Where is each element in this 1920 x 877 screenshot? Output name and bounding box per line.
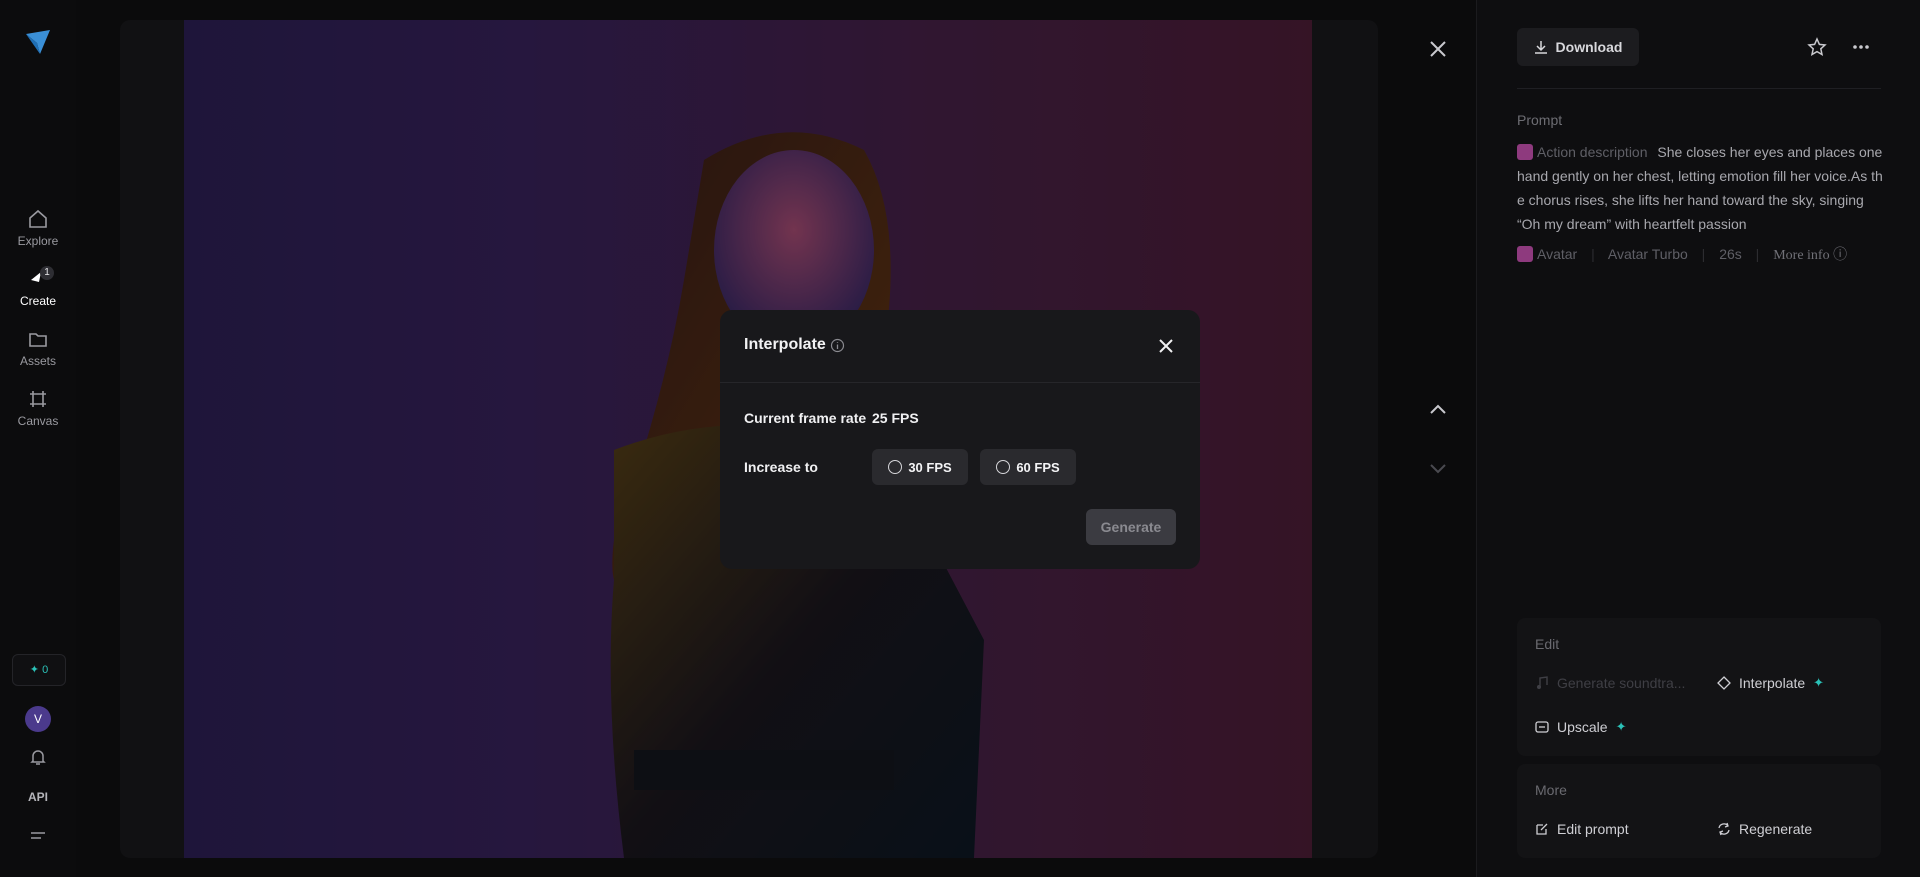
edit-prompt-button[interactable]: Edit prompt: [1535, 821, 1629, 837]
edit-card: Edit Generate soundtra... Interpolate ✦ …: [1517, 618, 1881, 756]
more-info-label: More info: [1773, 248, 1830, 263]
edit-prompt-label: Edit prompt: [1557, 821, 1629, 837]
interpolate-button[interactable]: Interpolate ✦: [1717, 675, 1824, 691]
close-icon[interactable]: [1425, 36, 1451, 62]
upscale-label: Upscale: [1557, 719, 1608, 735]
fps-30-option[interactable]: 30 FPS: [872, 449, 968, 485]
download-icon: [1534, 41, 1547, 54]
folder-icon: [29, 333, 47, 347]
model-name: Avatar: [1537, 246, 1578, 262]
action-tag-icon: [1517, 144, 1533, 160]
generate-soundtrack-button[interactable]: Generate soundtra...: [1535, 675, 1685, 691]
current-frame-rate-value: 25 FPS: [872, 410, 919, 426]
download-label: Download: [1555, 39, 1623, 55]
logo-icon[interactable]: [24, 28, 52, 56]
prompt-text: Action description She closes her eyes a…: [1517, 140, 1883, 236]
credits-button[interactable]: ✦ 0: [12, 654, 66, 686]
divider: [1517, 88, 1881, 89]
interpolate-modal: Interpolate Current frame rate 25 FPS In…: [720, 310, 1200, 569]
download-button[interactable]: Download: [1517, 28, 1639, 66]
sidebar-item-canvas[interactable]: Canvas: [0, 388, 76, 428]
details-panel: Download Prompt Action description She c…: [1476, 0, 1920, 877]
more-info-link[interactable]: More info ⓘ: [1773, 248, 1847, 263]
more-card: More Edit prompt Regenerate: [1517, 764, 1881, 858]
sidebar-item-create[interactable]: 1 Create: [0, 266, 76, 308]
star-icon[interactable]: [1807, 37, 1827, 57]
info-icon[interactable]: [830, 338, 845, 353]
sidebar-item-assets[interactable]: Assets: [0, 328, 76, 368]
upscale-button[interactable]: Upscale ✦: [1535, 719, 1627, 735]
api-link[interactable]: API: [0, 790, 76, 804]
regenerate-button[interactable]: Regenerate: [1717, 821, 1812, 837]
edit-heading: Edit: [1535, 636, 1560, 652]
sidebar-item-label: Explore: [17, 234, 59, 248]
edit-icon: [1536, 823, 1548, 835]
divider: [720, 382, 1200, 383]
menu-icon[interactable]: [29, 830, 47, 844]
current-frame-rate-label: Current frame rate: [744, 410, 867, 426]
home-icon: [29, 209, 47, 228]
fps-30-label: 30 FPS: [908, 459, 952, 475]
create-badge: 1: [40, 266, 54, 280]
fps-60-label: 60 FPS: [1016, 459, 1060, 475]
sidebar-item-label: Create: [19, 294, 57, 308]
interpolate-icon: [1717, 676, 1731, 690]
modal-title: Interpolate: [744, 336, 826, 353]
chevron-up-icon[interactable]: [1428, 400, 1448, 420]
sidebar-item-label: Assets: [19, 354, 56, 368]
sparkle-icon: ✦: [1813, 675, 1825, 690]
left-nav: Explore 1 Create Assets Canvas ✦ 0 V API: [0, 0, 76, 877]
generate-button[interactable]: Generate: [1086, 509, 1176, 545]
upscale-icon: [1535, 721, 1549, 733]
canvas-icon: [30, 391, 46, 407]
more-options-icon[interactable]: [1851, 37, 1871, 57]
generation-meta: Avatar | Avatar Turbo | 26s | More info …: [1517, 244, 1847, 264]
regenerate-icon: [1718, 822, 1730, 836]
sidebar-item-label: Canvas: [17, 414, 59, 428]
radio-icon: [888, 460, 903, 474]
chevron-down-icon[interactable]: [1428, 458, 1448, 478]
avatar-tag-icon: [1517, 246, 1533, 262]
sparkle-icon: ✦: [1615, 719, 1627, 734]
avatar[interactable]: V: [25, 706, 51, 732]
radio-icon: [996, 460, 1011, 474]
music-icon: [1537, 676, 1548, 689]
fps-60-option[interactable]: 60 FPS: [980, 449, 1076, 485]
prompt-heading: Prompt: [1517, 112, 1563, 128]
generate-soundtrack-label: Generate soundtra...: [1557, 675, 1686, 691]
regenerate-label: Regenerate: [1739, 821, 1813, 837]
bell-icon[interactable]: [28, 747, 48, 767]
action-description-label: Action description: [1537, 144, 1648, 160]
duration: 26s: [1719, 246, 1742, 262]
sidebar-item-explore[interactable]: Explore: [0, 208, 76, 248]
increase-to-label: Increase to: [744, 459, 818, 475]
interpolate-label: Interpolate: [1739, 675, 1806, 691]
model-variant: Avatar Turbo: [1607, 246, 1688, 262]
close-icon[interactable]: [1156, 336, 1176, 356]
more-heading: More: [1535, 782, 1567, 798]
